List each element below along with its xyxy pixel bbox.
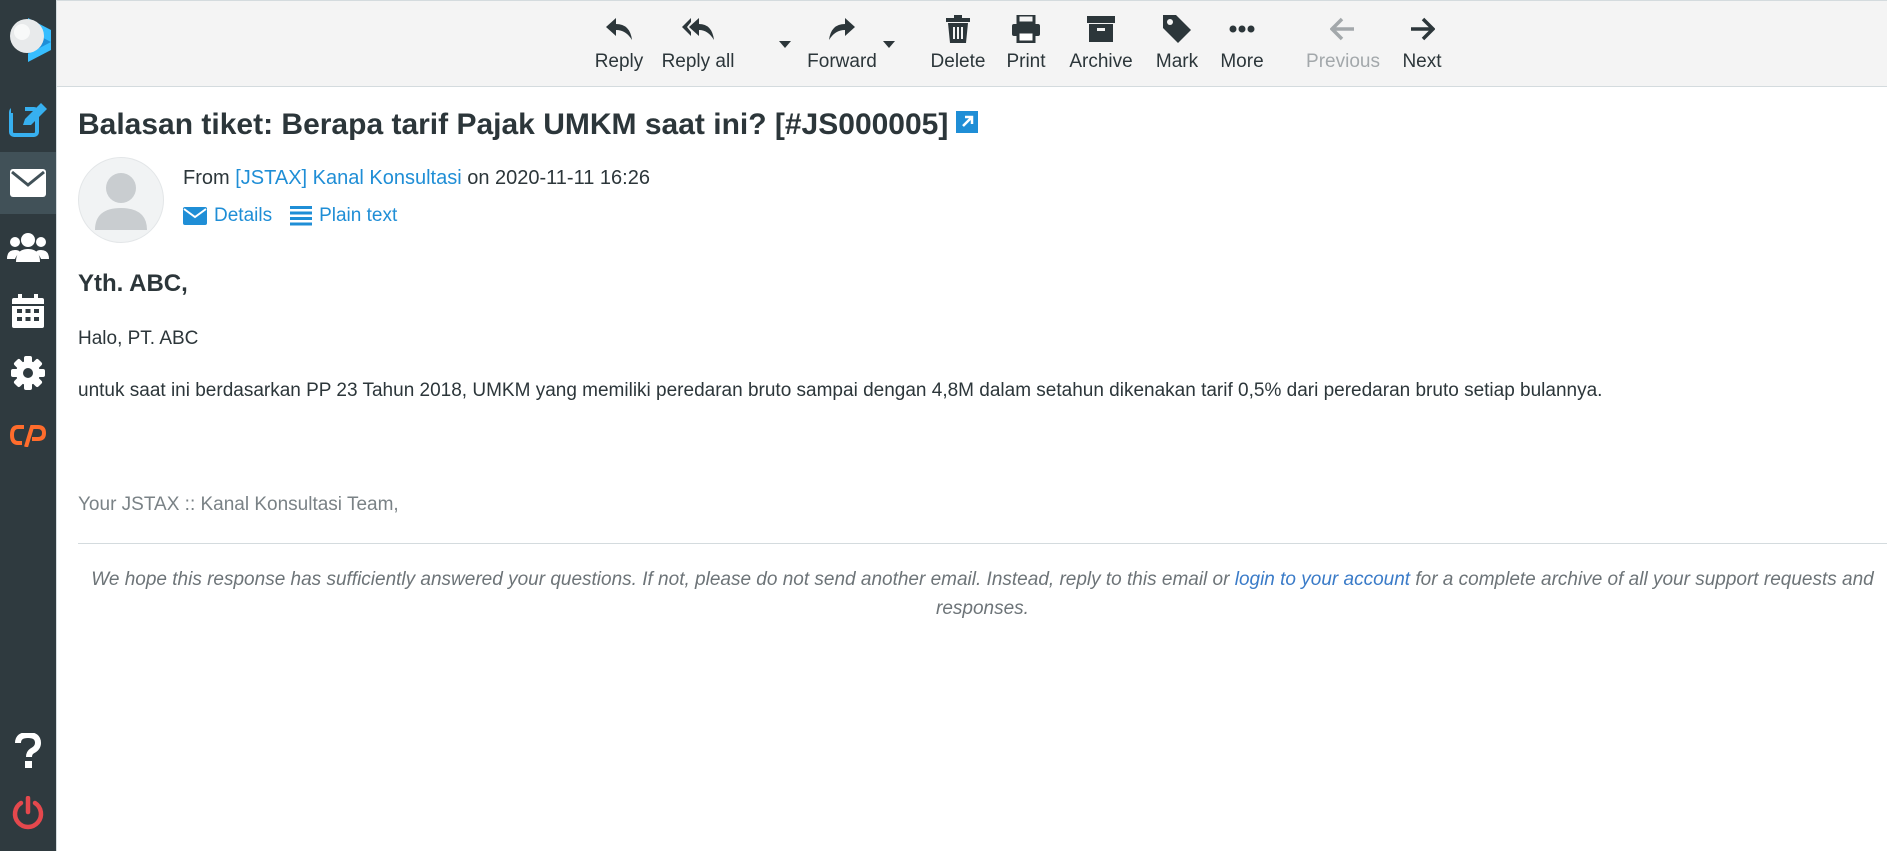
- message-view: Reply Reply all Forward Delete Print Arc…: [56, 0, 1887, 851]
- message-body: Yth. ABC, Halo, PT. ABC untuk saat ini b…: [78, 270, 1887, 515]
- support-footer: We hope this response has sufficiently a…: [78, 565, 1887, 623]
- body-line-2: untuk saat ini berdasarkan PP 23 Tahun 2…: [78, 380, 1603, 401]
- message-date: 2020-11-11 16:26: [495, 167, 650, 189]
- toolbar: Reply Reply all Forward Delete Print Arc…: [57, 0, 1887, 87]
- calendar-icon: [12, 294, 44, 328]
- details-link[interactable]: Details: [183, 205, 272, 227]
- cpanel-icon: [10, 425, 46, 447]
- login-account-link[interactable]: login to your account: [1235, 569, 1410, 590]
- next-button[interactable]: Next: [1391, 11, 1453, 79]
- mark-button[interactable]: Mark: [1145, 11, 1209, 79]
- arrow-left-icon: [1330, 17, 1354, 41]
- contacts-icon: [7, 233, 49, 262]
- forward-button[interactable]: Forward: [797, 11, 887, 79]
- footer-text-pre: We hope this response has sufficiently a…: [91, 569, 1230, 590]
- signature: Your JSTAX :: Kanal Konsultasi Team,: [78, 494, 399, 515]
- reply-all-label: Reply all: [661, 51, 735, 72]
- mark-label: Mark: [1155, 51, 1199, 72]
- help-icon: [15, 733, 41, 768]
- more-dots-icon: [1229, 25, 1255, 33]
- gear-icon: [11, 356, 45, 390]
- trash-icon: [946, 15, 970, 43]
- next-label: Next: [1402, 51, 1442, 72]
- envelope-icon: [183, 207, 207, 225]
- roundcube-logo-icon: [10, 18, 51, 62]
- sidebar: [0, 0, 56, 851]
- user-placeholder-icon: [95, 173, 147, 230]
- header-links: Details Plain text: [183, 205, 397, 227]
- delete-label: Delete: [930, 51, 986, 72]
- sidebar-item-calendar[interactable]: [0, 280, 56, 342]
- from-line: From [JSTAX] Kanal Konsultasi on 2020-11…: [183, 167, 650, 190]
- archive-icon: [1087, 16, 1115, 42]
- forward-icon: [829, 18, 855, 40]
- body-line-1: Halo, PT. ABC: [78, 328, 199, 349]
- sidebar-item-logout[interactable]: [0, 782, 56, 844]
- sender-link[interactable]: [JSTAX] Kanal Konsultasi: [235, 167, 461, 189]
- tag-icon: [1163, 15, 1191, 43]
- date-prefix: on: [467, 167, 490, 189]
- sidebar-item-contacts[interactable]: [0, 216, 56, 278]
- delete-button[interactable]: Delete: [923, 11, 993, 79]
- previous-button[interactable]: Previous: [1297, 11, 1389, 79]
- print-label: Print: [1006, 51, 1046, 72]
- from-prefix: From: [183, 167, 230, 189]
- reply-icon: [606, 18, 632, 40]
- greeting: Yth. ABC,: [78, 270, 188, 297]
- previous-label: Previous: [1306, 51, 1380, 72]
- print-button[interactable]: Print: [993, 11, 1059, 79]
- reply-all-dropdown-icon[interactable]: [779, 41, 791, 48]
- plain-text-link[interactable]: Plain text: [290, 205, 397, 227]
- open-external-icon[interactable]: [956, 107, 979, 141]
- archive-button[interactable]: Archive: [1063, 11, 1139, 79]
- sidebar-item-mail[interactable]: [0, 152, 56, 214]
- sidebar-item-compose[interactable]: [0, 90, 56, 152]
- details-label: Details: [214, 205, 273, 226]
- sender-avatar: [78, 157, 164, 243]
- archive-label: Archive: [1069, 51, 1133, 72]
- forward-dropdown-icon[interactable]: [883, 41, 895, 48]
- sidebar-item-cpanel[interactable]: [0, 404, 56, 466]
- app-logo[interactable]: [0, 8, 56, 70]
- compose-icon: [9, 103, 47, 137]
- reply-label: Reply: [594, 51, 644, 72]
- more-button[interactable]: More: [1209, 11, 1275, 79]
- reply-all-button[interactable]: Reply all: [643, 11, 753, 79]
- subject-text: Balasan tiket: Berapa tarif Pajak UMKM s…: [78, 108, 949, 141]
- power-icon: [12, 796, 44, 830]
- footer-divider: [78, 543, 1887, 544]
- envelope-icon: [10, 169, 46, 197]
- reply-all-icon: [682, 18, 714, 40]
- sidebar-item-settings[interactable]: [0, 342, 56, 404]
- printer-icon: [1012, 15, 1040, 43]
- more-label: More: [1220, 51, 1264, 72]
- plain-text-label: Plain text: [319, 205, 398, 226]
- sidebar-item-help[interactable]: [0, 720, 56, 782]
- list-lines-icon: [290, 206, 313, 226]
- arrow-right-icon: [1411, 17, 1435, 41]
- message-subject: Balasan tiket: Berapa tarif Pajak UMKM s…: [78, 107, 979, 143]
- forward-label: Forward: [807, 51, 877, 72]
